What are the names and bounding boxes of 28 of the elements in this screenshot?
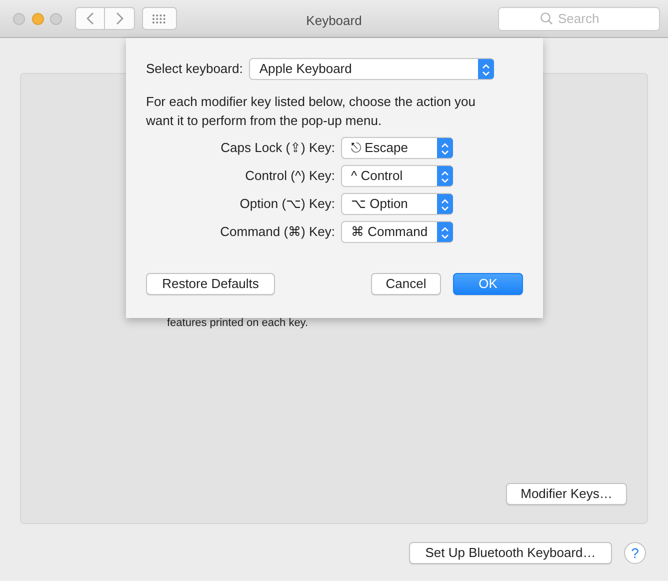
grid-button[interactable]	[142, 7, 176, 30]
help-button[interactable]: ?	[624, 542, 646, 564]
select-keyboard-label: Select keyboard:	[146, 60, 243, 78]
instructions-text: For each modifier key listed below, choose the action you want it to perform from the pop-up menu.	[146, 93, 477, 130]
setup-bluetooth-button[interactable]: Set Up Bluetooth Keyboard…	[409, 542, 612, 564]
close-button[interactable]	[13, 12, 25, 24]
modifier-popup[interactable]: ⎋ Escape	[341, 137, 453, 160]
window-title: Keyboard	[305, 12, 363, 30]
modifier-key-label: Command (⌘) Key:	[219, 223, 336, 242]
keyboard-popup[interactable]: Apple Keyboard	[249, 58, 494, 80]
minimize-button[interactable]	[32, 12, 44, 24]
modifier-keys-button[interactable]: Modifier Keys…	[506, 483, 627, 505]
modifier-popup[interactable]: ^ Control	[341, 165, 453, 188]
search-field[interactable]: Search	[498, 6, 660, 30]
modifier-key-label: Caps Lock (⇪) Key:	[220, 139, 336, 158]
chevron-right-icon	[116, 12, 124, 25]
restore-defaults-button[interactable]: Restore Defaults	[146, 273, 275, 296]
description-text: features printed on each key.	[167, 316, 308, 331]
grid-icon	[152, 14, 166, 24]
forward-button[interactable]	[105, 7, 135, 30]
modifier-key-label: Option (⌥) Key:	[238, 195, 336, 214]
chevron-left-icon	[86, 12, 94, 25]
back-button[interactable]	[75, 7, 105, 30]
modifier-popup[interactable]: ⌘ Command	[341, 221, 453, 244]
cancel-button[interactable]: Cancel	[371, 273, 441, 296]
modifier-popup[interactable]: ⌥ Option	[341, 193, 453, 216]
zoom-button[interactable]	[50, 12, 62, 24]
modifier-key-label: Control (^) Key:	[244, 167, 336, 186]
